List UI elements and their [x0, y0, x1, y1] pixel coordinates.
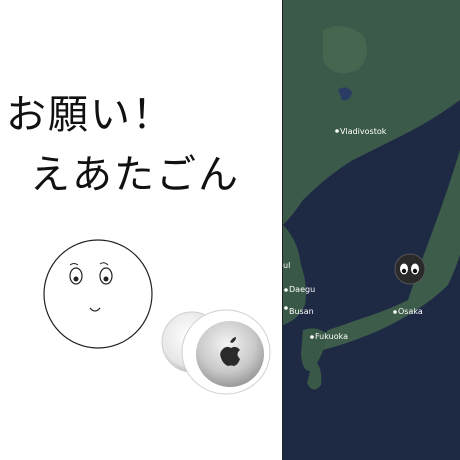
city-label-osaka: Osaka — [398, 307, 423, 316]
eyes-marker-icon[interactable] — [394, 253, 426, 285]
left-panel: お願い！ えあたごん — [0, 0, 283, 460]
smiley-face-icon — [43, 239, 153, 349]
title-line-1: お願い！ — [6, 92, 174, 138]
city-label-partial: ul — [283, 261, 290, 270]
satellite-map[interactable]: Vladivostok ul Daegu Busan Fukuoka Osaka — [283, 0, 460, 460]
city-label-daegu: Daegu — [289, 285, 315, 294]
city-label-busan: Busan — [289, 307, 314, 316]
city-label-fukuoka: Fukuoka — [315, 332, 348, 341]
title-line-2: えあたごん — [30, 152, 240, 198]
airtag-icon — [161, 309, 271, 395]
city-label-vladivostok: Vladivostok — [340, 127, 387, 136]
